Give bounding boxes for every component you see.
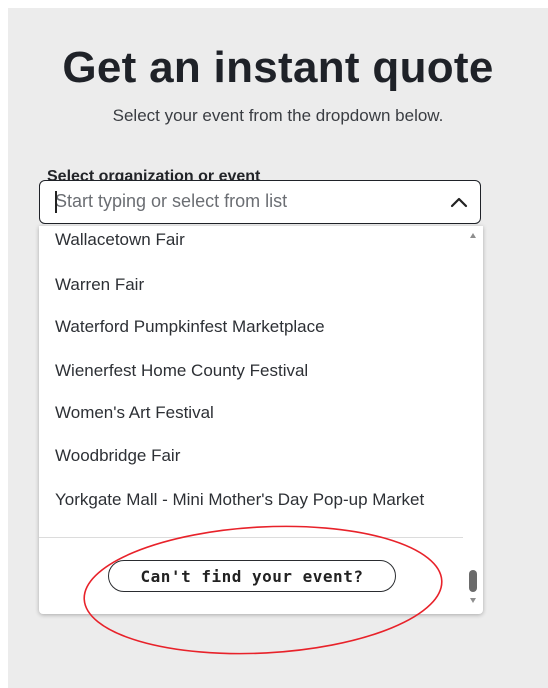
list-item[interactable]: Women's Art Festival <box>55 400 435 426</box>
list-divider <box>39 537 463 538</box>
chevron-up-icon[interactable] <box>448 192 470 212</box>
list-item[interactable]: Waterford Pumpkinfest Marketplace <box>55 314 435 340</box>
list-item[interactable]: Warren Fair <box>55 272 435 298</box>
scroll-thumb[interactable] <box>469 570 477 592</box>
list-item[interactable]: Yorkgate Mall - Mini Mother's Day Pop-up… <box>55 485 435 514</box>
scroll-down-arrow-icon[interactable] <box>470 598 476 603</box>
event-search-input[interactable] <box>55 181 425 222</box>
event-dropdown-list: Wallacetown Fair Warren Fair Waterford P… <box>39 226 483 614</box>
dropdown-scrollbar[interactable] <box>463 226 483 614</box>
options-list: Wallacetown Fair Warren Fair Waterford P… <box>39 226 463 538</box>
cant-find-event-button[interactable]: Can't find your event? <box>108 560 396 592</box>
list-item[interactable]: Woodbridge Fair <box>55 443 435 469</box>
page-subtitle: Select your event from the dropdown belo… <box>112 106 444 125</box>
page-title: Get an instant quote <box>62 43 494 92</box>
list-item[interactable]: Wienerfest Home County Festival <box>55 358 435 384</box>
scroll-up-arrow-icon[interactable] <box>470 233 476 238</box>
text-cursor <box>55 191 57 213</box>
event-combobox[interactable] <box>39 180 481 224</box>
list-item[interactable]: Wallacetown Fair <box>55 227 435 253</box>
